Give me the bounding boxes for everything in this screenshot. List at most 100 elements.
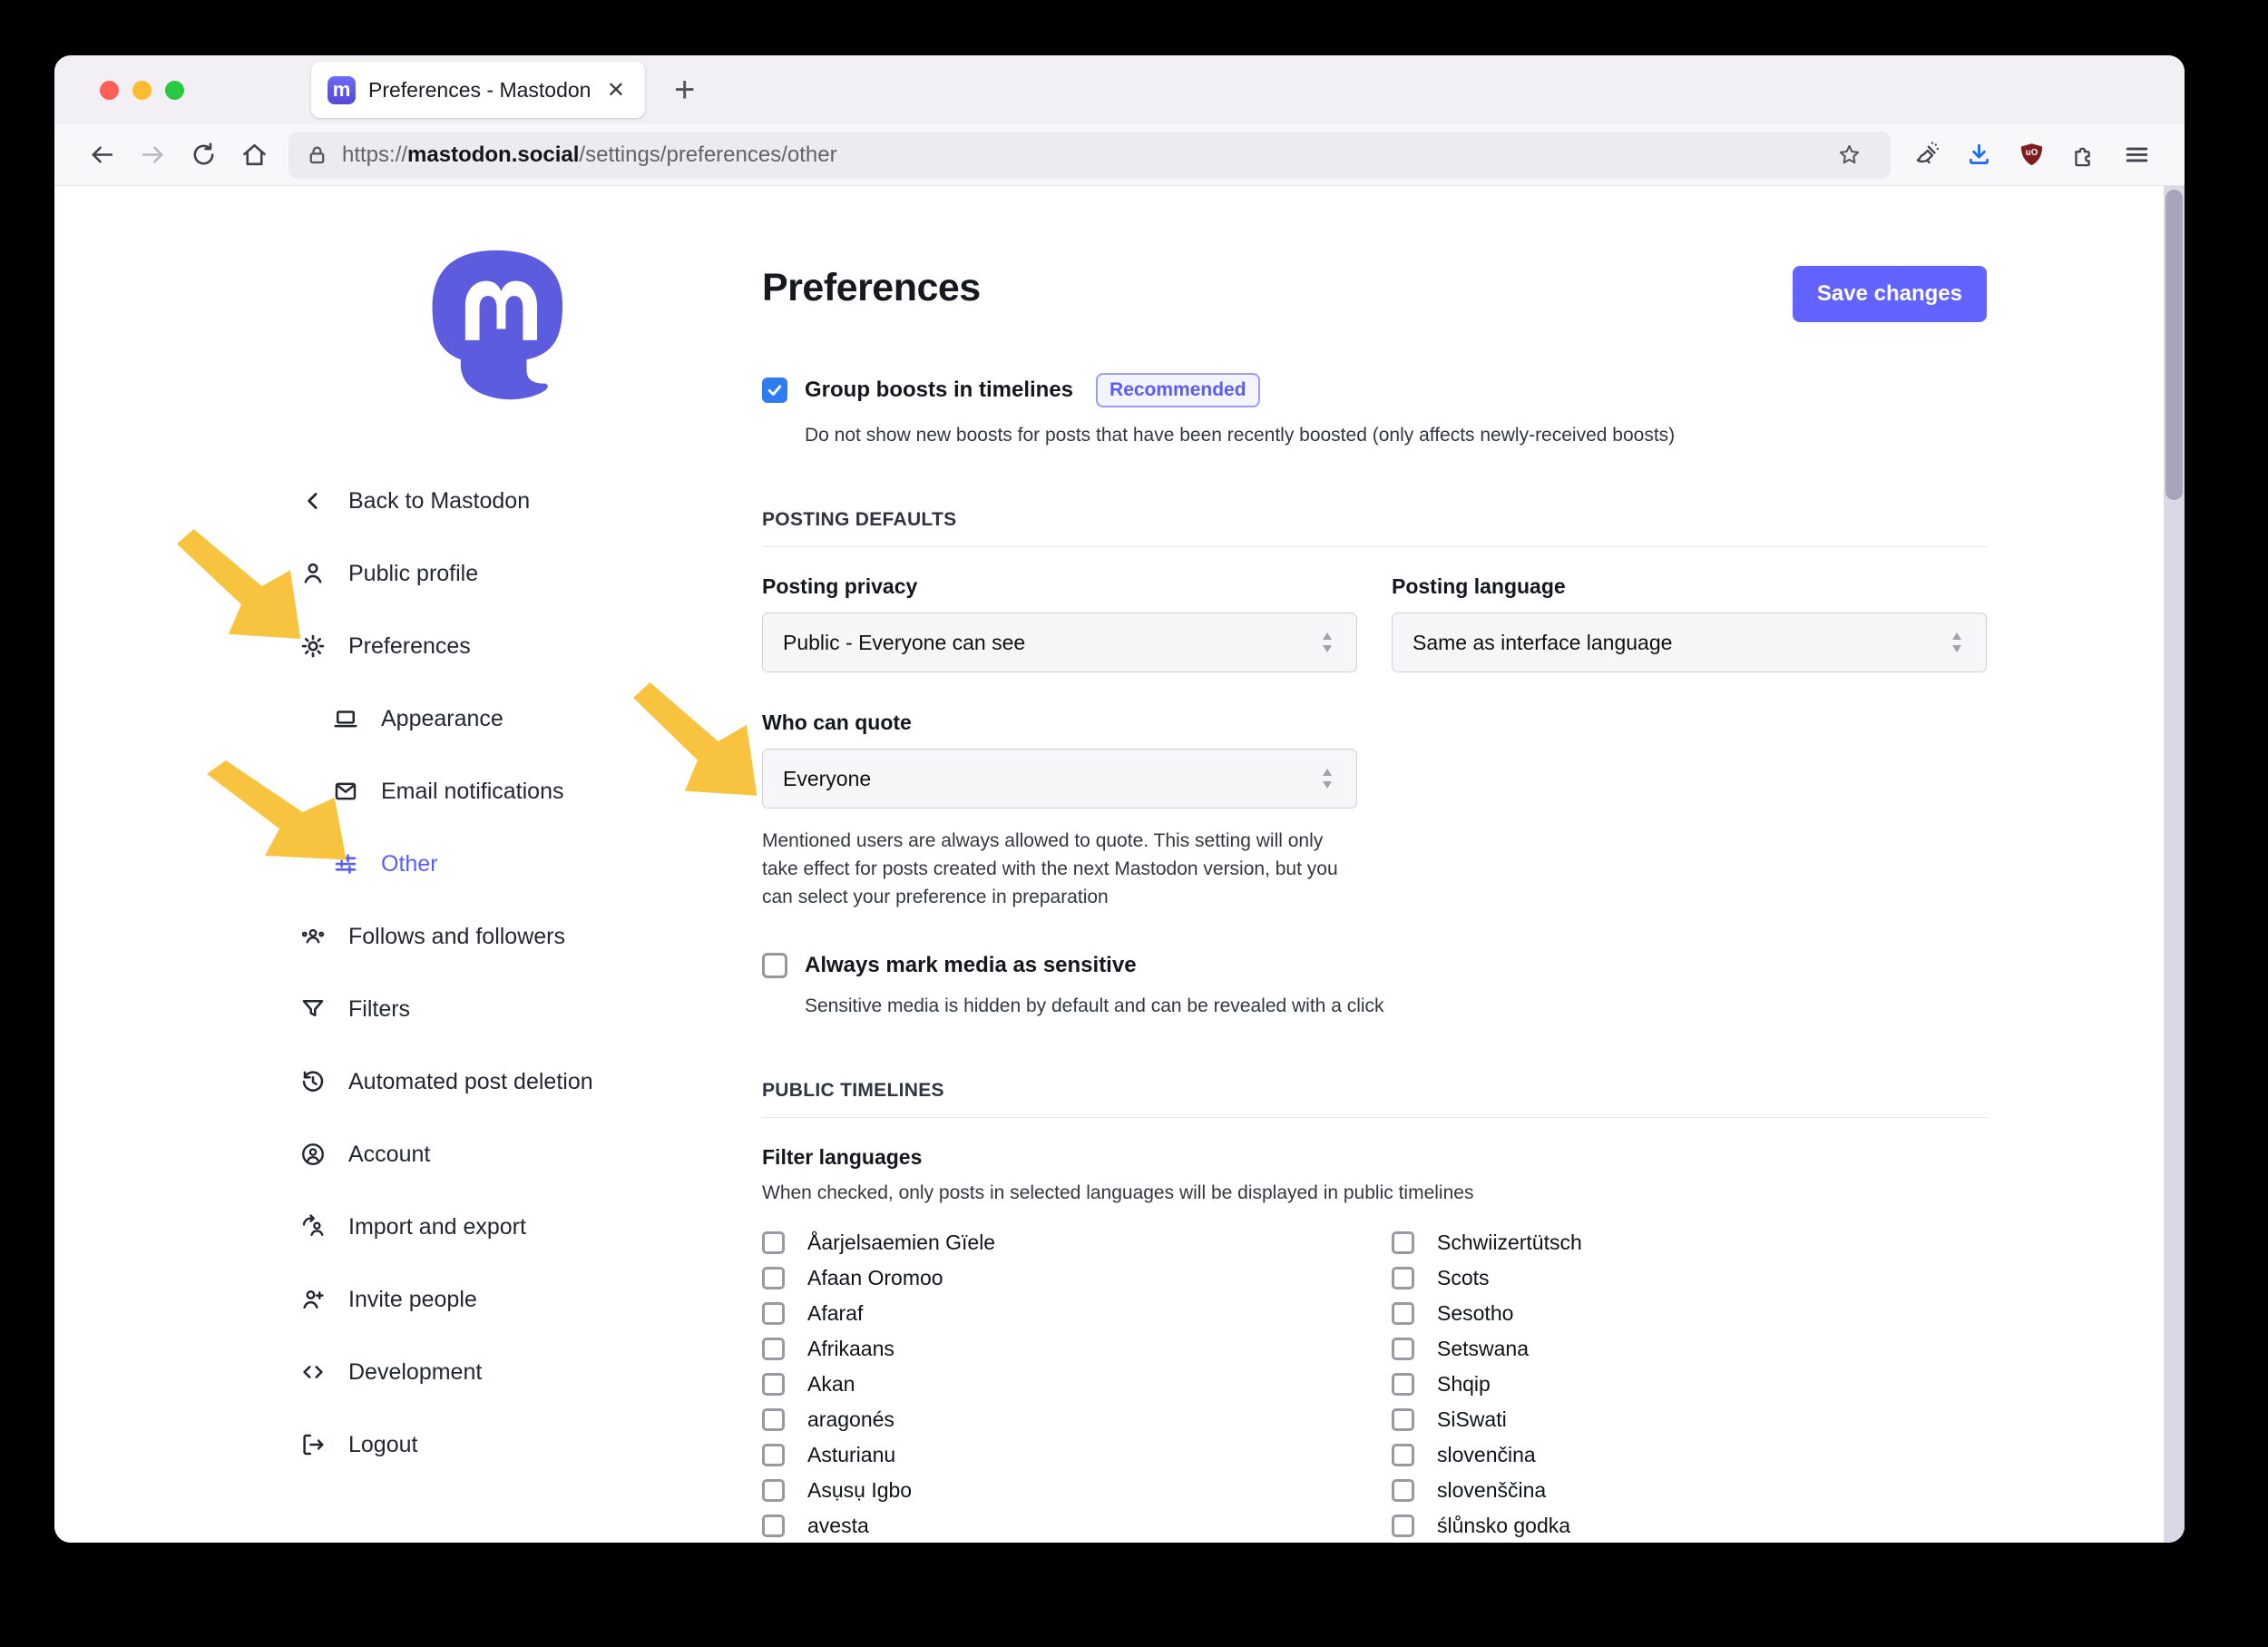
language-row[interactable]: slovenščina	[1392, 1473, 1987, 1508]
select-arrows-icon	[1318, 630, 1336, 655]
bookmark-star-icon[interactable]	[1823, 132, 1874, 179]
language-row[interactable]: SiSwati	[1392, 1402, 1987, 1437]
language-checkbox[interactable]	[1392, 1231, 1414, 1254]
sliders-icon	[332, 850, 359, 877]
forward-icon[interactable]	[127, 132, 178, 179]
save-changes-button[interactable]: Save changes	[1793, 266, 1987, 322]
language-row[interactable]: ślůnsko godka	[1392, 1508, 1987, 1543]
url-bar[interactable]: https://mastodon.social/settings/prefere…	[288, 132, 1891, 179]
sidebar-item-appearance[interactable]: Appearance	[332, 682, 762, 755]
language-row[interactable]: Akan	[762, 1367, 1357, 1402]
sidebar-item-import-and-export[interactable]: Import and export	[299, 1191, 762, 1263]
sidebar-item-back-to-mastodon[interactable]: Back to Mastodon	[299, 465, 762, 537]
gear-icon	[299, 632, 327, 660]
scrollbar-track[interactable]	[2164, 186, 2185, 1543]
sidebar-item-follows-and-followers[interactable]: Follows and followers	[299, 900, 762, 973]
language-row[interactable]: Åarjelsaemien Gïele	[762, 1225, 1357, 1260]
language-checkbox[interactable]	[762, 1479, 785, 1502]
language-checkbox[interactable]	[762, 1338, 785, 1360]
language-row[interactable]: Shqip	[1392, 1367, 1987, 1402]
language-row[interactable]: Setswana	[1392, 1331, 1987, 1367]
language-checkbox[interactable]	[762, 1408, 785, 1431]
language-checkbox[interactable]	[762, 1302, 785, 1325]
language-column-left: Åarjelsaemien Gïele Afaan Oromoo Afaraf	[762, 1225, 1357, 1543]
sidebar-item-automated-post-deletion[interactable]: Automated post deletion	[299, 1045, 762, 1118]
section-posting-defaults: POSTING DEFAULTS	[762, 509, 1987, 531]
language-row[interactable]: avesta	[762, 1508, 1357, 1543]
sidebar-item-invite-people[interactable]: Invite people	[299, 1263, 762, 1336]
zoom-window-button[interactable]	[165, 81, 184, 100]
sidebar-item-logout[interactable]: Logout	[299, 1408, 762, 1481]
laptop-icon	[332, 705, 359, 732]
lock-icon	[305, 142, 329, 167]
language-checkbox[interactable]	[762, 1231, 785, 1254]
group-boosts-hint: Do not show new boosts for posts that ha…	[805, 421, 1987, 449]
who-can-quote-select[interactable]: Everyone	[762, 749, 1357, 809]
language-row[interactable]: Schwiizertütsch	[1392, 1225, 1987, 1260]
person-add-icon	[299, 1286, 327, 1313]
sensitive-media-hint: Sensitive media is hidden by default and…	[805, 992, 1987, 1020]
language-checkbox[interactable]	[1392, 1479, 1414, 1502]
sidebar-item-public-profile[interactable]: Public profile	[299, 537, 762, 610]
language-checkbox[interactable]	[1392, 1444, 1414, 1466]
envelope-icon	[332, 778, 359, 805]
sidebar-item-email-notifications[interactable]: Email notifications	[332, 755, 762, 828]
language-row[interactable]: Scots	[1392, 1260, 1987, 1296]
new-tab-button[interactable]: +	[674, 72, 695, 108]
filter-languages-hint: When checked, only posts in selected lan…	[762, 1179, 1987, 1207]
language-checkbox[interactable]	[762, 1444, 785, 1466]
language-row[interactable]: aragonés	[762, 1402, 1357, 1437]
posting-privacy-select[interactable]: Public - Everyone can see	[762, 613, 1357, 672]
group-boosts-checkbox[interactable]	[762, 377, 787, 403]
reload-icon[interactable]	[178, 132, 229, 179]
language-checkbox[interactable]	[1392, 1408, 1414, 1431]
posting-privacy-label: Posting privacy	[762, 574, 1357, 599]
sidebar-item-account[interactable]: Account	[299, 1118, 762, 1191]
language-checkbox[interactable]	[1392, 1302, 1414, 1325]
home-icon[interactable]	[229, 132, 279, 179]
traffic-lights	[100, 81, 184, 100]
language-checkbox[interactable]	[762, 1515, 785, 1537]
mastodon-logo	[422, 245, 572, 404]
scrollbar-thumb[interactable]	[2165, 190, 2183, 500]
language-row[interactable]: Afaraf	[762, 1296, 1357, 1331]
toolbar-extensions: uO	[1900, 132, 2163, 179]
language-row[interactable]: Asturianu	[762, 1437, 1357, 1473]
language-row[interactable]: Sesotho	[1392, 1296, 1987, 1331]
close-window-button[interactable]	[100, 81, 119, 100]
language-checkbox[interactable]	[762, 1373, 785, 1396]
back-icon[interactable]	[76, 132, 127, 179]
filter-languages-label: Filter languages	[762, 1145, 1987, 1170]
minimize-window-button[interactable]	[132, 81, 152, 100]
language-checkbox[interactable]	[1392, 1373, 1414, 1396]
ublock-origin-icon[interactable]: uO	[2005, 132, 2058, 179]
extensions-puzzle-icon[interactable]	[2058, 132, 2110, 179]
clear-history-broom-icon[interactable]	[1900, 132, 1952, 179]
sensitive-media-label: Always mark media as sensitive	[805, 953, 1137, 978]
menu-hamburger-icon[interactable]	[2110, 132, 2163, 179]
downloads-icon[interactable]	[1952, 132, 2005, 179]
sidebar-item-preferences[interactable]: Preferences	[299, 610, 762, 682]
language-checkbox[interactable]	[1392, 1267, 1414, 1289]
language-row[interactable]: slovenčina	[1392, 1437, 1987, 1473]
language-row[interactable]: Asụsụ Igbo	[762, 1473, 1357, 1508]
language-checkbox[interactable]	[1392, 1515, 1414, 1537]
language-list: Åarjelsaemien Gïele Afaan Oromoo Afaraf	[762, 1225, 1987, 1543]
group-boosts-label: Group boosts in timelines	[805, 377, 1073, 403]
tab-title: Preferences - Mastodon	[368, 78, 591, 103]
select-arrows-icon	[1948, 630, 1966, 655]
preferences-main: Preferences Save changes Group boosts in…	[762, 186, 2185, 1543]
sidebar-item-filters[interactable]: Filters	[299, 973, 762, 1045]
language-row[interactable]: Afaan Oromoo	[762, 1260, 1357, 1296]
browser-window: m Preferences - Mastodon ✕ + https://m	[54, 55, 2185, 1543]
language-checkbox[interactable]	[762, 1267, 785, 1289]
browser-tab[interactable]: m Preferences - Mastodon ✕	[311, 62, 645, 118]
posting-language-select[interactable]: Same as interface language	[1392, 613, 1987, 672]
sidebar-item-development[interactable]: Development	[299, 1336, 762, 1408]
sensitive-media-checkbox[interactable]	[762, 953, 787, 978]
language-row[interactable]: Afrikaans	[762, 1331, 1357, 1367]
who-can-quote-hint: Mentioned users are always allowed to qu…	[762, 827, 1343, 911]
language-checkbox[interactable]	[1392, 1338, 1414, 1360]
close-tab-icon[interactable]: ✕	[603, 77, 629, 103]
sidebar-item-other[interactable]: Other	[332, 828, 762, 900]
